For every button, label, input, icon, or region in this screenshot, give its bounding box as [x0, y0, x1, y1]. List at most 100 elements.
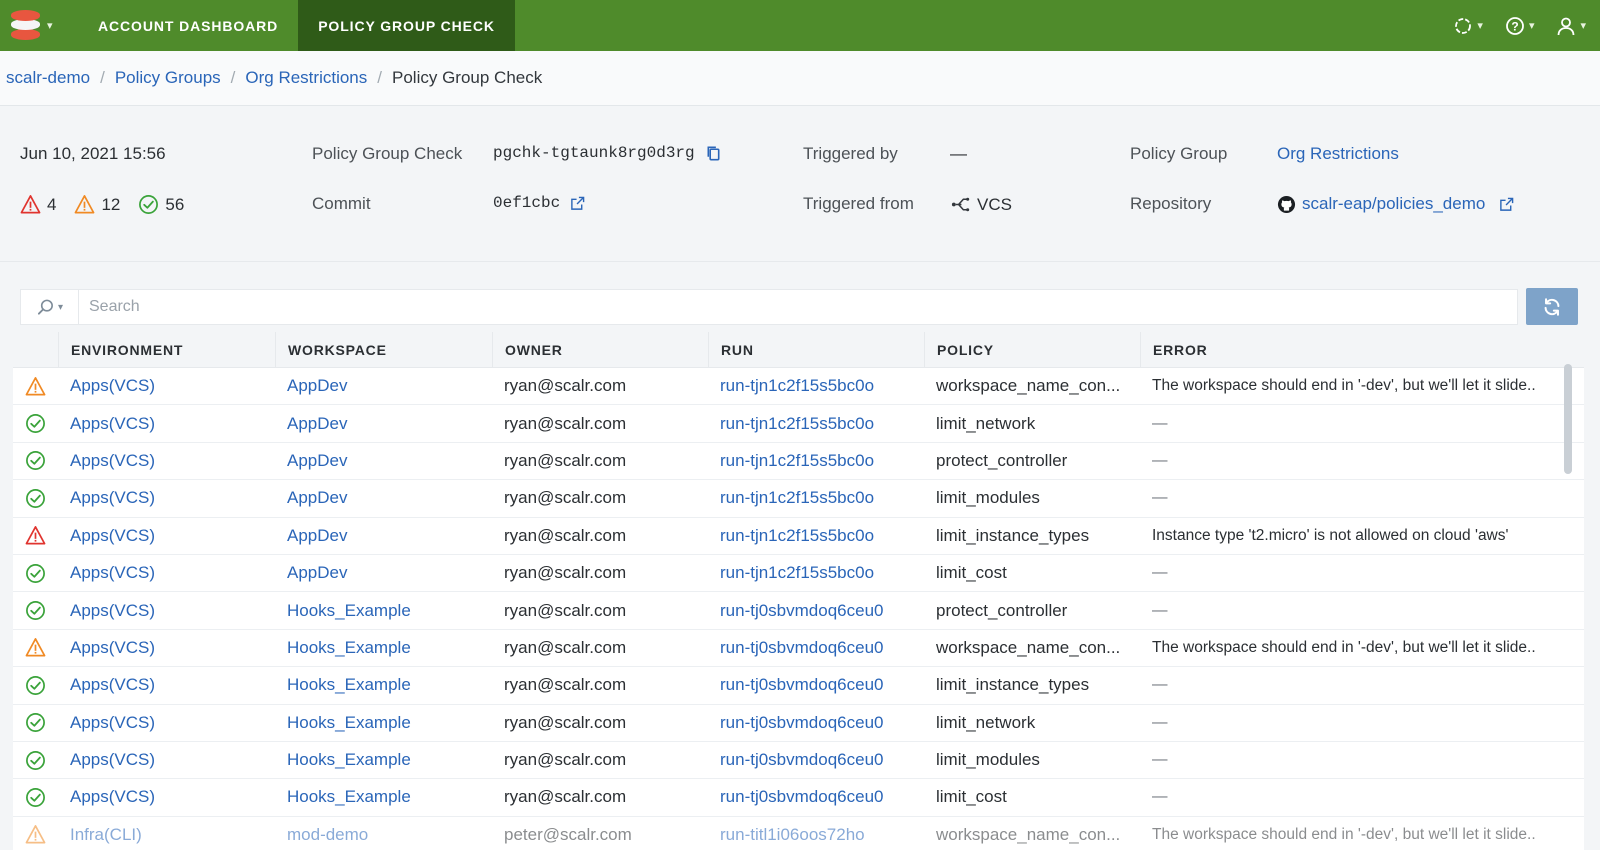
- table-row[interactable]: Apps(VCS) AppDev ryan@scalr.com run-tjn1c2f…: [13, 368, 1584, 406]
- table-row[interactable]: Apps(VCS) Hooks_Example ryan@scalr.com run-…: [13, 705, 1584, 742]
- workspace-link[interactable]: mod-demo: [275, 825, 492, 845]
- copy-icon[interactable]: [705, 145, 722, 162]
- status-cell: [13, 600, 58, 621]
- run-link[interactable]: run-tj0sbvmdoq6ceu0: [708, 713, 924, 733]
- table-row[interactable]: Apps(VCS) Hooks_Example ryan@scalr.com run-…: [13, 630, 1584, 668]
- workspace-link[interactable]: Hooks_Example: [275, 675, 492, 695]
- run-link[interactable]: run-tj0sbvmdoq6ceu0: [708, 750, 924, 770]
- run-link[interactable]: run-tjn1c2f15s5bc0o: [708, 414, 924, 434]
- tab-policy-group-check[interactable]: POLICY GROUP CHECK: [298, 0, 515, 51]
- column-header-run[interactable]: RUN: [708, 332, 924, 367]
- table-body: Apps(VCS) AppDev ryan@scalr.com run-tjn1c2f…: [13, 368, 1584, 850]
- environment-link[interactable]: Apps(VCS): [58, 376, 275, 396]
- table-row[interactable]: Apps(VCS) AppDev ryan@scalr.com run-tjn1c2f…: [13, 405, 1584, 443]
- environment-link[interactable]: Apps(VCS): [58, 787, 275, 807]
- run-link[interactable]: run-tjn1c2f15s5bc0o: [708, 488, 924, 508]
- repository-link[interactable]: scalr-eap/policies_demo: [1302, 194, 1485, 214]
- workspace-link[interactable]: Hooks_Example: [275, 750, 492, 770]
- column-header-owner[interactable]: OWNER: [492, 332, 708, 367]
- svg-text:?: ?: [1511, 19, 1518, 33]
- error-cell: —: [1152, 713, 1168, 731]
- environment-link[interactable]: Apps(VCS): [58, 414, 275, 434]
- error-cell: —: [1152, 451, 1168, 469]
- table-row[interactable]: Infra(CLI) mod-demo peter@scalr.com run-tit…: [13, 817, 1584, 850]
- error-icon: [25, 526, 46, 545]
- workspace-link[interactable]: AppDev: [275, 563, 492, 583]
- error-cell: The workspace should end in '-dev', but …: [1152, 825, 1536, 843]
- workspace-link[interactable]: Hooks_Example: [275, 601, 492, 621]
- refresh-button[interactable]: [1526, 288, 1578, 325]
- environment-link[interactable]: Apps(VCS): [58, 750, 275, 770]
- owner-cell: ryan@scalr.com: [504, 525, 627, 545]
- workspace-link[interactable]: AppDev: [275, 488, 492, 508]
- table-row[interactable]: Apps(VCS) AppDev ryan@scalr.com run-tjn1c2f…: [13, 555, 1584, 593]
- table-row[interactable]: Apps(VCS) Hooks_Example ryan@scalr.com run-…: [13, 779, 1584, 817]
- environment-link[interactable]: Apps(VCS): [58, 638, 275, 658]
- status-cell: [13, 488, 58, 509]
- breadcrumb-policy-groups[interactable]: Policy Groups: [115, 68, 221, 88]
- column-header-workspace[interactable]: WORKSPACE: [275, 332, 492, 367]
- breadcrumb-separator: /: [230, 68, 236, 87]
- policy-group-label: Policy Group: [1130, 144, 1228, 163]
- workspace-link[interactable]: AppDev: [275, 376, 492, 396]
- column-header-environment[interactable]: ENVIRONMENT: [58, 332, 275, 367]
- environment-link[interactable]: Infra(CLI): [58, 825, 275, 845]
- environment-link[interactable]: Apps(VCS): [58, 526, 275, 546]
- external-link-icon[interactable]: [570, 196, 585, 211]
- run-link[interactable]: run-titl1i06oos72ho: [708, 825, 924, 845]
- environment-link[interactable]: Apps(VCS): [58, 488, 275, 508]
- commit-link[interactable]: 0ef1cbc: [493, 194, 560, 212]
- run-link[interactable]: run-tj0sbvmdoq6ceu0: [708, 601, 924, 621]
- table-row[interactable]: Apps(VCS) AppDev ryan@scalr.com run-tjn1c2f…: [13, 443, 1584, 481]
- run-link[interactable]: run-tjn1c2f15s5bc0o: [708, 526, 924, 546]
- run-link[interactable]: run-tjn1c2f15s5bc0o: [708, 376, 924, 396]
- policy-group-check-id: pgchk-tgtaunk8rg0d3rg: [493, 144, 695, 162]
- workspace-link[interactable]: AppDev: [275, 451, 492, 471]
- chevron-down-icon: ▾: [1528, 20, 1535, 32]
- run-link[interactable]: run-tj0sbvmdoq6ceu0: [708, 675, 924, 695]
- status-cell: [13, 376, 58, 397]
- run-link[interactable]: run-tj0sbvmdoq6ceu0: [708, 787, 924, 807]
- environment-link[interactable]: Apps(VCS): [58, 675, 275, 695]
- breadcrumb-scalr-demo[interactable]: scalr-demo: [6, 68, 90, 88]
- policy-group-link[interactable]: Org Restrictions: [1277, 144, 1399, 164]
- search-filter-dropdown[interactable]: ▾: [21, 290, 79, 324]
- table-row[interactable]: Apps(VCS) Hooks_Example ryan@scalr.com run-…: [13, 742, 1584, 780]
- run-link[interactable]: run-tj0sbvmdoq6ceu0: [708, 638, 924, 658]
- table-row[interactable]: Apps(VCS) Hooks_Example ryan@scalr.com run-…: [13, 592, 1584, 630]
- search-input[interactable]: [79, 290, 1517, 324]
- triggered-from-field: VCS: [950, 194, 1012, 215]
- run-link[interactable]: run-tjn1c2f15s5bc0o: [708, 451, 924, 471]
- environment-link[interactable]: Apps(VCS): [58, 601, 275, 621]
- status-menu[interactable]: ▾: [1453, 16, 1483, 36]
- warning-count: 12: [101, 194, 121, 214]
- environment-link[interactable]: Apps(VCS): [58, 713, 275, 733]
- workspace-link[interactable]: Hooks_Example: [275, 638, 492, 658]
- table-row[interactable]: Apps(VCS) AppDev ryan@scalr.com run-tjn1c2f…: [13, 518, 1584, 555]
- tab-account-dashboard[interactable]: ACCOUNT DASHBOARD: [78, 0, 298, 51]
- table-row[interactable]: Apps(VCS) Hooks_Example ryan@scalr.com run-…: [13, 667, 1584, 705]
- owner-cell: ryan@scalr.com: [504, 787, 627, 807]
- external-link-icon[interactable]: [1499, 197, 1514, 212]
- environment-link[interactable]: Apps(VCS): [58, 563, 275, 583]
- workspace-link[interactable]: AppDev: [275, 526, 492, 546]
- chevron-down-icon: ▾: [1580, 20, 1586, 32]
- app-menu[interactable]: ▾: [0, 0, 78, 51]
- github-icon: [1277, 195, 1296, 213]
- column-header-policy[interactable]: POLICY: [924, 332, 1140, 367]
- table-row[interactable]: Apps(VCS) AppDev ryan@scalr.com run-tjn1c2f…: [13, 480, 1584, 518]
- breadcrumb-org-restrictions[interactable]: Org Restrictions: [245, 68, 367, 88]
- breadcrumb-separator: /: [100, 68, 105, 87]
- workspace-link[interactable]: Hooks_Example: [275, 787, 492, 807]
- column-header-error[interactable]: ERROR: [1140, 332, 1570, 367]
- run-link[interactable]: run-tjn1c2f15s5bc0o: [708, 563, 924, 583]
- policy-group-check-id-field: pgchk-tgtaunk8rg0d3rg: [493, 144, 722, 162]
- status-circle-icon: [1455, 17, 1472, 34]
- vcs-icon: [951, 197, 970, 212]
- environment-link[interactable]: Apps(VCS): [58, 451, 275, 471]
- workspace-link[interactable]: Hooks_Example: [275, 713, 492, 733]
- user-menu[interactable]: ▾: [1556, 16, 1586, 36]
- help-menu[interactable]: ? ▾: [1505, 16, 1535, 36]
- table-scrollbar[interactable]: [1564, 364, 1572, 474]
- workspace-link[interactable]: AppDev: [275, 414, 492, 434]
